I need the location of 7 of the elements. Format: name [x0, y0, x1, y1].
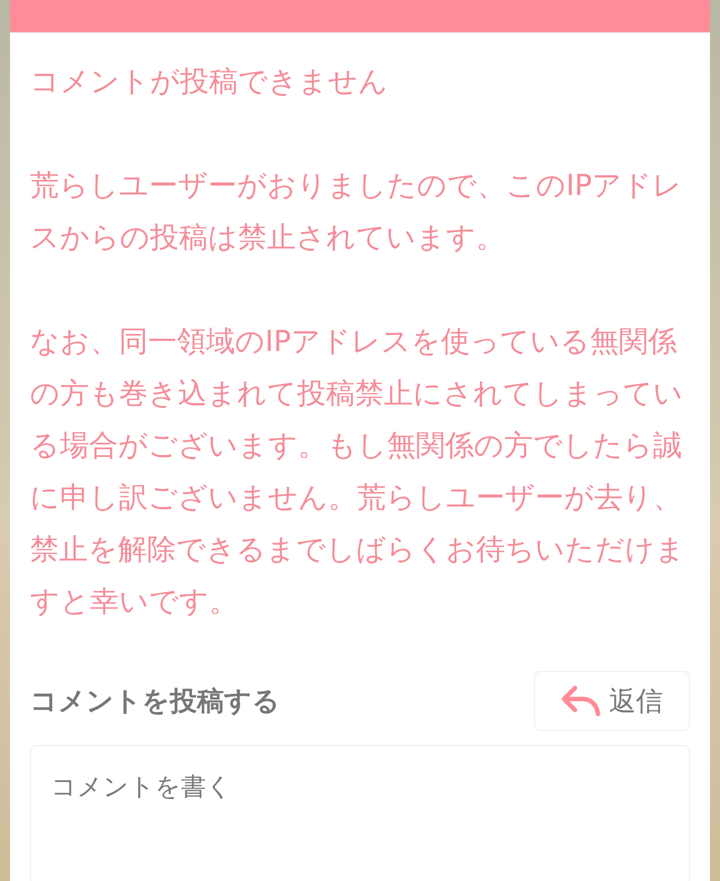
- error-message: 荒らしユーザーがおりましたので、このIPアドレスからの投稿は禁止されています。: [30, 167, 684, 256]
- comment-field[interactable]: コメントを書く: [30, 745, 690, 881]
- error-title: コメントが投稿できません: [30, 63, 389, 100]
- error-message: なお、同一領域のIPアドレスを使っている無関係の方も巻き込まれて投稿禁止にされてしまっている場合がございます。もし無関係の方でしたら誠に申し訳ございません。荒らしユーザーが去り、禁止を解除できるまでしばらくお待ちいただけますと幸いです。: [30, 323, 686, 620]
- reply-icon: [561, 684, 601, 718]
- form-heading: コメントを投稿する: [30, 685, 280, 719]
- reply-button[interactable]: 返信: [534, 671, 690, 731]
